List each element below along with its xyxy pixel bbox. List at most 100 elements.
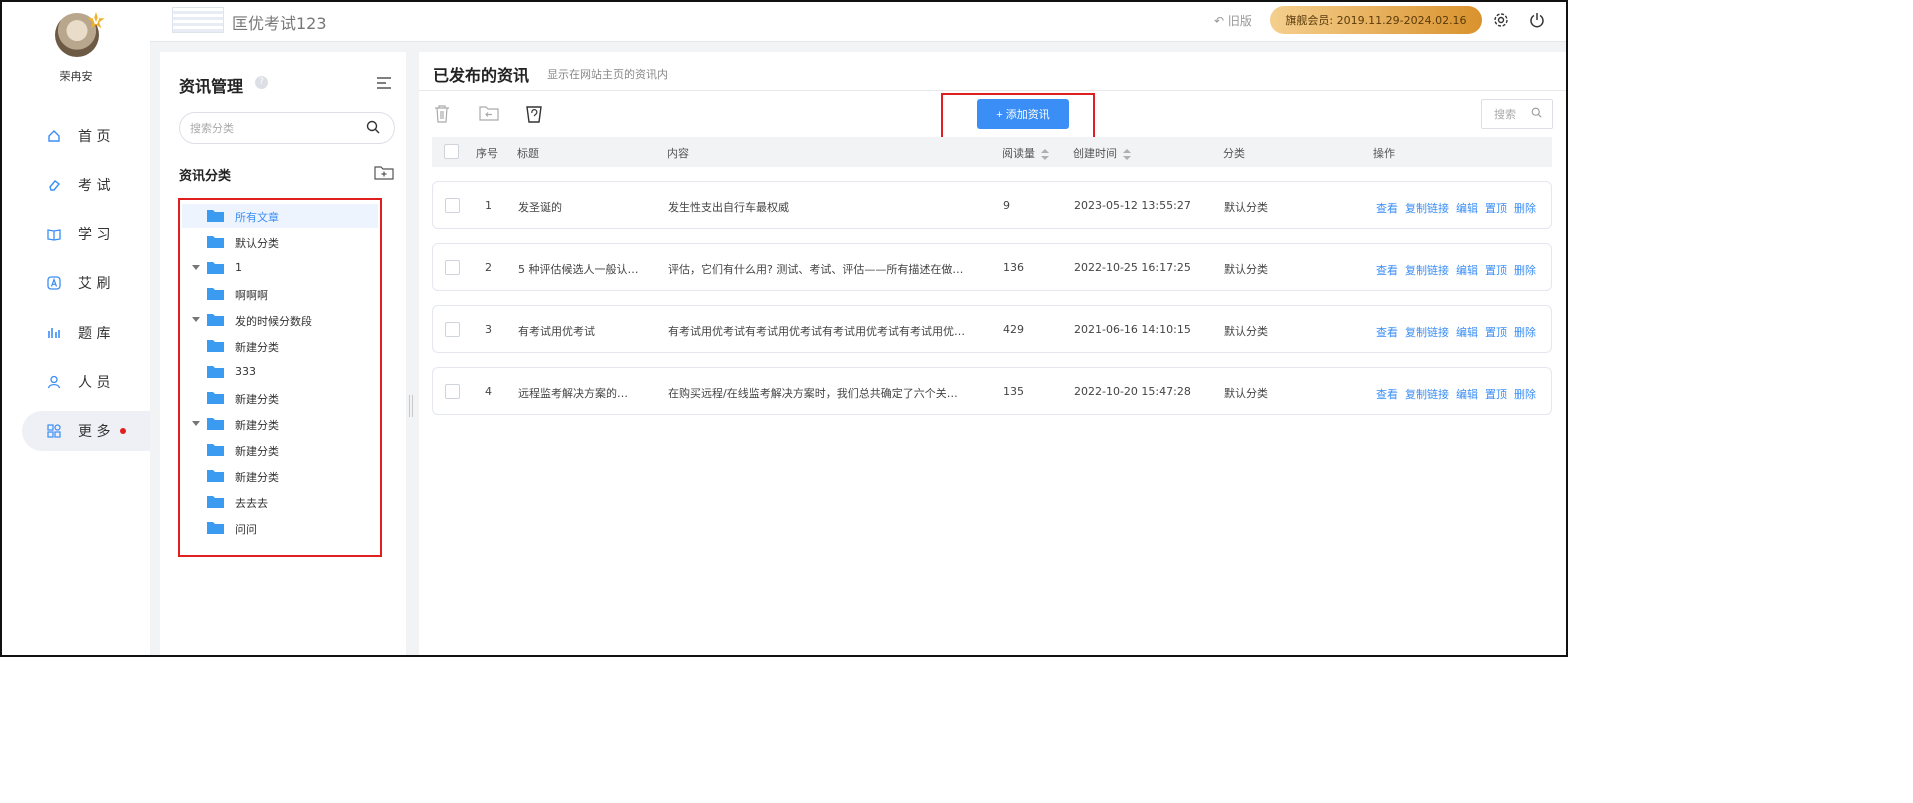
tree-item[interactable]: 新建分类 bbox=[182, 386, 378, 410]
folder-icon bbox=[207, 469, 224, 482]
expand-caret-icon[interactable] bbox=[192, 421, 200, 426]
table-row: 4 远程监考解决方案的… 在购买远程/在线监考解决方案时，我们总共确定了六个关…… bbox=[432, 367, 1552, 415]
old-version-link[interactable]: ↶ 旧版 bbox=[1214, 12, 1252, 29]
tree-item[interactable]: 所有文章 bbox=[182, 204, 378, 228]
cell-index: 1 bbox=[485, 199, 492, 212]
nav-label: 更 多 bbox=[78, 424, 111, 440]
view-link[interactable]: 查看 bbox=[1376, 386, 1398, 402]
category-subtitle: 资讯分类 bbox=[179, 169, 232, 184]
tree-item[interactable]: 默认分类 bbox=[182, 230, 378, 254]
edit-link[interactable]: 编辑 bbox=[1456, 200, 1478, 216]
eraser-icon bbox=[46, 177, 62, 193]
view-link[interactable]: 查看 bbox=[1376, 200, 1398, 216]
nav-item-question-bank[interactable]: 题 库 bbox=[22, 313, 150, 353]
page-subtitle: 显示在网站主页的资讯内 bbox=[547, 68, 668, 81]
nav-item-practice[interactable]: 艾 刷 bbox=[22, 263, 150, 303]
folder-icon bbox=[207, 261, 224, 274]
copy-link[interactable]: 复制链接 bbox=[1405, 262, 1449, 278]
col-created[interactable]: 创建时间 bbox=[1073, 145, 1131, 161]
copy-link[interactable]: 复制链接 bbox=[1405, 324, 1449, 340]
delete-link[interactable]: 删除 bbox=[1514, 262, 1536, 278]
pin-link[interactable]: 置顶 bbox=[1485, 324, 1507, 340]
col-actions: 操作 bbox=[1373, 147, 1395, 160]
search-placeholder: 搜索分类 bbox=[190, 122, 234, 135]
nav-item-home[interactable]: 首 页 bbox=[22, 116, 150, 156]
undo-icon: ↶ bbox=[1214, 14, 1225, 28]
move-folder-icon[interactable] bbox=[479, 104, 499, 124]
search-icon[interactable] bbox=[366, 120, 380, 138]
row-checkbox[interactable] bbox=[445, 198, 460, 213]
col-reads[interactable]: 阅读量 bbox=[1002, 145, 1049, 161]
tree-item-label: 新建分类 bbox=[235, 445, 279, 458]
tree-item[interactable]: 新建分类 bbox=[182, 412, 378, 436]
nav-item-study[interactable]: 学 习 bbox=[22, 214, 150, 254]
tree-item[interactable]: 1 bbox=[182, 256, 378, 280]
nav-label: 学 习 bbox=[78, 227, 111, 243]
delete-link[interactable]: 删除 bbox=[1514, 324, 1536, 340]
nav-item-more[interactable]: 更 多 bbox=[22, 411, 150, 451]
tree-item-label: 发的时候分数段 bbox=[235, 315, 312, 328]
pin-link[interactable]: 置顶 bbox=[1485, 386, 1507, 402]
cell-category: 默认分类 bbox=[1224, 263, 1268, 276]
trash-icon[interactable] bbox=[433, 104, 453, 124]
col-category: 分类 bbox=[1223, 147, 1245, 160]
expand-caret-icon[interactable] bbox=[192, 265, 200, 270]
pin-link[interactable]: 置顶 bbox=[1485, 262, 1507, 278]
row-checkbox[interactable] bbox=[445, 260, 460, 275]
recycle-bin-icon[interactable] bbox=[525, 104, 545, 124]
cell-content: 发生性支出自行车最权威 bbox=[668, 201, 789, 214]
panel-resize-handle[interactable] bbox=[409, 395, 415, 417]
sort-icon[interactable] bbox=[1041, 148, 1049, 160]
membership-badge[interactable]: 旗舰会员: 2019.11.29-2024.02.16 bbox=[1270, 6, 1482, 34]
tree-item[interactable]: 新建分类 bbox=[182, 438, 378, 462]
tree-item[interactable]: 发的时候分数段 bbox=[182, 308, 378, 332]
view-link[interactable]: 查看 bbox=[1376, 324, 1398, 340]
tree-item[interactable]: 新建分类 bbox=[182, 464, 378, 488]
delete-link[interactable]: 删除 bbox=[1514, 386, 1536, 402]
edit-link[interactable]: 编辑 bbox=[1456, 262, 1478, 278]
tree-item[interactable]: 去去去 bbox=[182, 490, 378, 514]
category-search-input[interactable]: 搜索分类 bbox=[179, 112, 395, 144]
cell-title: 有考试用优考试 bbox=[518, 325, 595, 338]
expand-caret-icon[interactable] bbox=[192, 317, 200, 322]
cell-reads: 136 bbox=[1003, 261, 1024, 274]
view-link[interactable]: 查看 bbox=[1376, 262, 1398, 278]
folder-icon bbox=[207, 235, 224, 248]
help-icon[interactable]: ? bbox=[255, 76, 268, 89]
news-search-input[interactable]: 搜索 bbox=[1481, 99, 1553, 129]
copy-link[interactable]: 复制链接 bbox=[1405, 386, 1449, 402]
tree-item[interactable]: 新建分类 bbox=[182, 334, 378, 358]
collapse-menu-icon[interactable] bbox=[376, 76, 392, 90]
folder-icon bbox=[207, 313, 224, 326]
nav-item-exam[interactable]: 考 试 bbox=[22, 165, 150, 205]
power-icon[interactable] bbox=[1528, 11, 1546, 29]
search-icon[interactable] bbox=[1531, 107, 1542, 121]
tree-item[interactable]: 问问 bbox=[182, 516, 378, 540]
cell-created: 2022-10-25 16:17:25 bbox=[1074, 261, 1191, 274]
folder-icon bbox=[207, 521, 224, 534]
sort-icon[interactable] bbox=[1123, 148, 1131, 160]
copy-link[interactable]: 复制链接 bbox=[1405, 200, 1449, 216]
edit-link[interactable]: 编辑 bbox=[1456, 386, 1478, 402]
nav-label: 题 库 bbox=[78, 326, 111, 342]
col-content: 内容 bbox=[667, 147, 689, 160]
edit-link[interactable]: 编辑 bbox=[1456, 324, 1478, 340]
delete-link[interactable]: 删除 bbox=[1514, 200, 1536, 216]
nav-item-people[interactable]: 人 员 bbox=[22, 362, 150, 402]
left-nav: V 荣冉安 首 页 考 试 学 习 艾 刷 题 库 人 员 更 多 bbox=[2, 2, 150, 655]
row-checkbox[interactable] bbox=[445, 384, 460, 399]
pin-link[interactable]: 置顶 bbox=[1485, 200, 1507, 216]
row-checkbox[interactable] bbox=[445, 322, 460, 337]
cell-index: 4 bbox=[485, 385, 492, 398]
folder-icon bbox=[207, 339, 224, 352]
tree-item-label: 新建分类 bbox=[235, 419, 279, 432]
tree-item[interactable]: 啊啊啊 bbox=[182, 282, 378, 306]
cell-reads: 429 bbox=[1003, 323, 1024, 336]
add-news-button[interactable]: + 添加资讯 bbox=[977, 99, 1069, 129]
add-folder-icon[interactable] bbox=[374, 164, 394, 180]
select-all-checkbox[interactable] bbox=[444, 144, 459, 159]
panel-title: 资讯管理 bbox=[179, 77, 244, 96]
tree-item[interactable]: 333 bbox=[182, 360, 378, 384]
tree-item-label: 问问 bbox=[235, 523, 257, 536]
settings-icon[interactable] bbox=[1492, 11, 1510, 29]
